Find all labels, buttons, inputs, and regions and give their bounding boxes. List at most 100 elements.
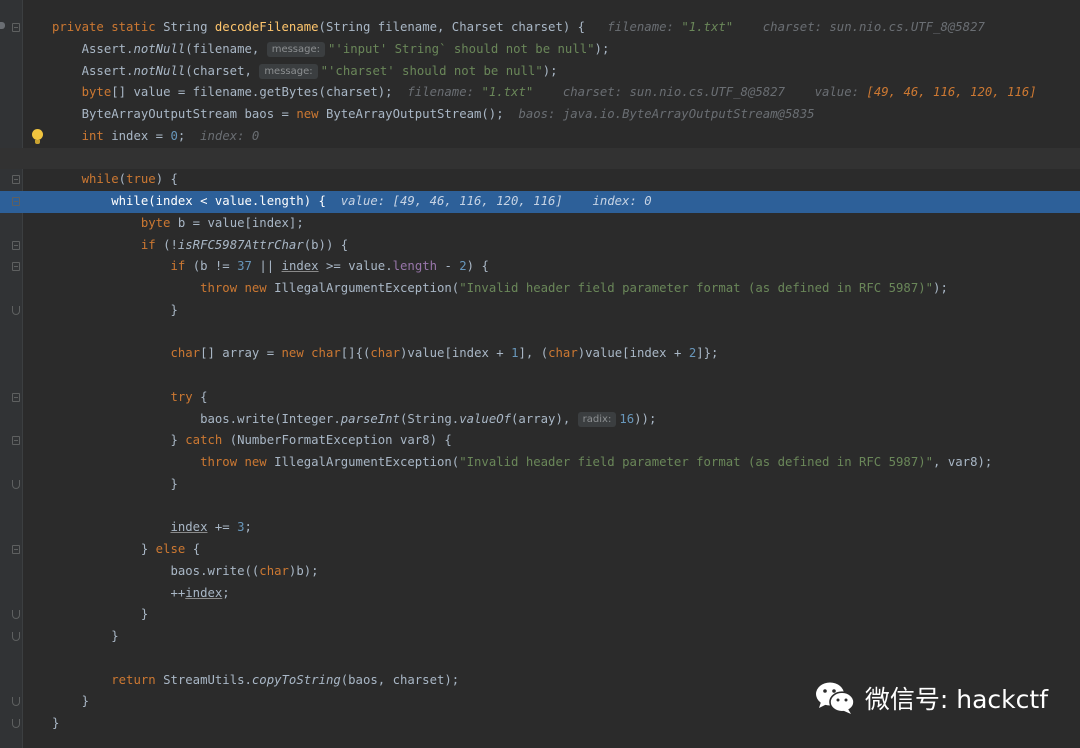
code-line[interactable]: index += 3; — [0, 517, 1080, 539]
fold-toggle-icon[interactable] — [12, 240, 20, 250]
code-line[interactable]: if (b != 37 || index >= value.length - 2… — [0, 256, 1080, 278]
code-line[interactable]: } — [0, 626, 1080, 648]
code-line[interactable]: Assert.notNull(filename, message: "'input… — [0, 39, 1080, 61]
code-token: Assert. — [52, 41, 134, 56]
fold-toggle-icon[interactable] — [12, 262, 20, 272]
fold-toggle-icon[interactable] — [12, 436, 20, 446]
code-text: if (b != 37 || index >= value.length - 2… — [52, 256, 489, 278]
lightbulb-icon[interactable] — [32, 128, 43, 144]
code-line[interactable]: } else { — [0, 539, 1080, 561]
code-text: ++index; — [52, 583, 229, 605]
code-line[interactable]: Assert.notNull(charset, message: "'charse… — [0, 61, 1080, 83]
fold-toggle-icon[interactable] — [12, 197, 20, 206]
code-line[interactable]: throw new IllegalArgumentException("Inva… — [0, 278, 1080, 300]
code-token: char — [311, 346, 341, 361]
execution-point-line[interactable]: while(index < value.length) { value: [49… — [0, 191, 1080, 213]
code-token: "Invalid header field parameter format (… — [459, 455, 934, 469]
code-token: [] value = filename.getBytes(charset); — [111, 85, 408, 100]
debug-inline-value: baos: java.io.ByteArrayOutputStream@5835 — [518, 107, 815, 121]
code-line[interactable]: } catch (NumberFormatException var8) { — [0, 430, 1080, 452]
code-token: ) { — [155, 172, 178, 187]
fold-end-icon[interactable] — [12, 697, 20, 707]
code-token: while(index < value.length) { — [52, 194, 341, 208]
code-token: parseInt — [340, 411, 400, 426]
code-text: baos.write(Integer.parseInt(String.value… — [52, 409, 656, 431]
code-token: else — [155, 542, 193, 556]
code-text: } — [52, 604, 148, 626]
code-text: } — [52, 300, 177, 322]
code-token: byte — [140, 215, 178, 230]
code-line[interactable]: int index = 0; index: 0 — [0, 126, 1080, 148]
code-token: new — [281, 346, 312, 361]
code-editor[interactable]: private static String decodeFilename(Str… — [0, 17, 1080, 735]
code-token: (! — [163, 237, 178, 252]
code-token: char — [259, 563, 289, 578]
code-token: (b)) { — [303, 237, 349, 252]
code-token: index — [281, 259, 319, 274]
code-token: ); — [542, 63, 558, 78]
code-line[interactable]: ++index; — [0, 583, 1080, 605]
code-line[interactable]: baos.write((char)b); — [0, 561, 1080, 583]
code-line[interactable]: try { — [0, 387, 1080, 409]
code-line[interactable] — [0, 648, 1080, 670]
code-text: ByteArrayOutputStream baos = new ByteArr… — [52, 104, 815, 126]
code-line[interactable]: while(true) { — [0, 169, 1080, 191]
code-line[interactable]: } — [0, 713, 1080, 735]
code-line[interactable] — [0, 322, 1080, 344]
code-line[interactable]: byte[] value = filename.getBytes(charset… — [0, 82, 1080, 104]
code-token: } — [52, 629, 119, 643]
fold-end-icon[interactable] — [12, 479, 20, 489]
fold-toggle-icon[interactable] — [12, 392, 20, 402]
code-token: ) { — [466, 259, 489, 274]
code-token: index = — [111, 128, 171, 143]
code-token: String — [163, 20, 215, 34]
code-line[interactable]: baos.write(Integer.parseInt(String.value… — [0, 409, 1080, 431]
code-line[interactable]: byte b = value[index]; — [0, 213, 1080, 235]
code-token: >= value. — [318, 259, 393, 274]
code-line[interactable]: private static String decodeFilename(Str… — [0, 17, 1080, 39]
code-token: char — [170, 346, 201, 361]
fold-toggle-icon[interactable] — [12, 23, 20, 32]
code-text: } — [52, 691, 89, 713]
code-text: if (!isRFC5987AttrChar(b)) { — [52, 235, 348, 257]
code-token: while — [81, 172, 119, 187]
code-line[interactable] — [0, 496, 1080, 518]
code-token: notNull — [133, 63, 186, 78]
code-token: ); — [933, 281, 948, 295]
code-line[interactable]: ByteArrayOutputStream baos = new ByteArr… — [0, 104, 1080, 126]
code-token: )b); — [288, 563, 319, 578]
code-token: baos.write(( — [52, 563, 260, 578]
code-token: ; — [177, 128, 201, 143]
fold-end-icon[interactable] — [12, 305, 20, 315]
code-token: ; — [244, 520, 252, 535]
code-line[interactable]: char[] array = new char[]{(char)value[in… — [0, 343, 1080, 365]
fold-end-icon[interactable] — [12, 610, 20, 620]
code-line[interactable] — [0, 147, 1080, 170]
code-line[interactable]: if (!isRFC5987AttrChar(b)) { — [0, 235, 1080, 257]
fold-toggle-icon[interactable] — [12, 545, 20, 554]
code-text: while(true) { — [52, 169, 178, 191]
code-token: ]}; — [696, 346, 719, 361]
code-token: decodeFilename — [214, 20, 319, 34]
code-line[interactable]: } — [0, 474, 1080, 496]
code-token: copyToString — [251, 672, 341, 687]
code-line[interactable] — [0, 365, 1080, 387]
code-token: (String. — [399, 411, 460, 426]
code-token: (String filename, Charset charset) { — [318, 20, 608, 34]
code-line[interactable]: throw new IllegalArgumentException("Inva… — [0, 452, 1080, 474]
fold-end-icon[interactable] — [12, 632, 20, 641]
code-text: byte[] value = filename.getBytes(charset… — [52, 82, 1037, 104]
code-line[interactable]: } — [0, 300, 1080, 322]
code-text: Assert.notNull(filename, message: "'input… — [52, 39, 609, 61]
code-token: index — [170, 520, 208, 535]
fold-toggle-icon[interactable] — [12, 175, 20, 185]
code-token: IllegalArgumentException( — [274, 455, 460, 469]
wechat-icon — [815, 682, 855, 714]
fold-end-icon[interactable] — [12, 719, 20, 728]
code-line[interactable]: } — [0, 604, 1080, 626]
